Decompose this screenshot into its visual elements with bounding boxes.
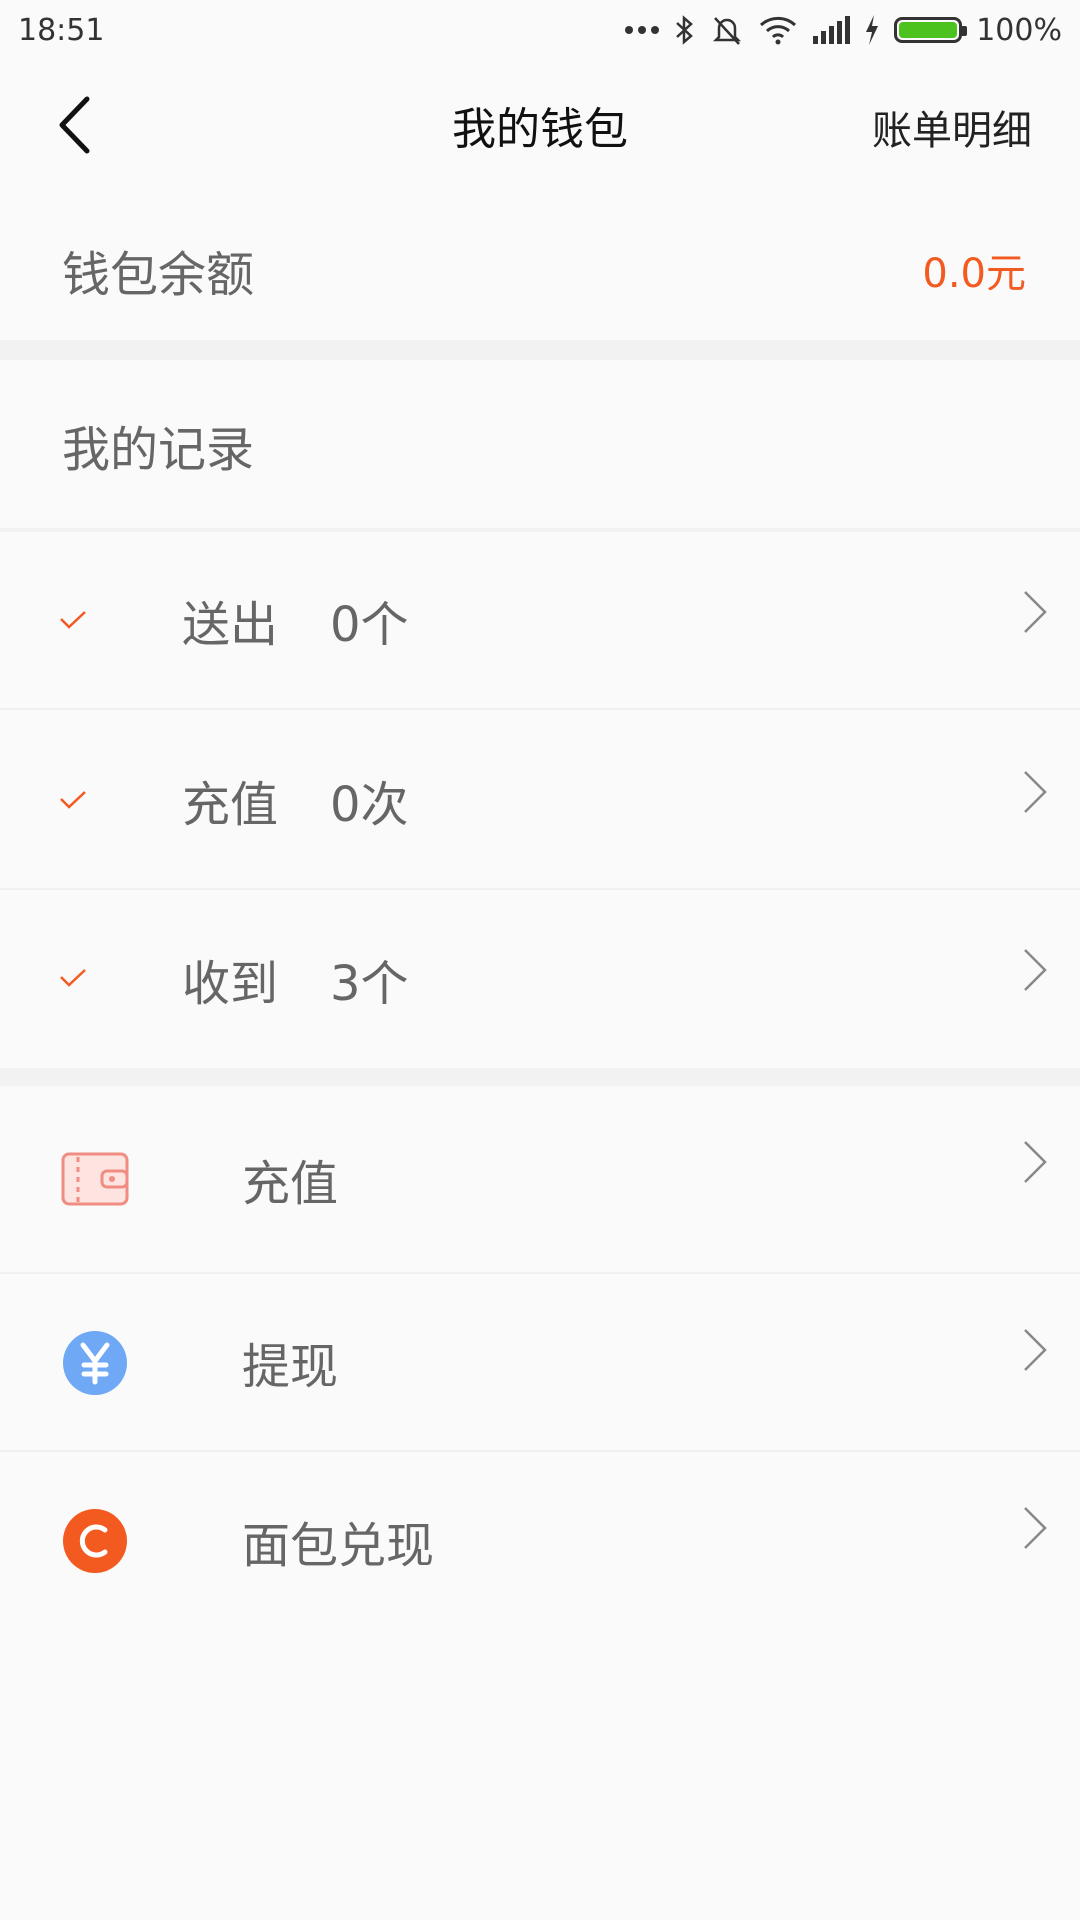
record-label: 收到: [182, 956, 279, 1012]
charging-icon: [866, 15, 879, 45]
record-row-sent[interactable]: 送出 0个: [0, 532, 1080, 710]
balance-value: 0.0元: [922, 251, 1026, 297]
action-row-withdraw[interactable]: 提现: [0, 1274, 1080, 1452]
more-dots-icon: [625, 26, 660, 34]
battery-icon: [894, 17, 968, 43]
back-arrow-icon: [59, 96, 90, 154]
record-row-recharge[interactable]: 充值 0次: [0, 712, 1080, 890]
record-count: 0个: [330, 597, 409, 653]
record-count: 0次: [330, 777, 409, 833]
chevron-right-icon: [1024, 771, 1047, 813]
battery-percent: 100%: [976, 12, 1062, 48]
section-divider: [0, 340, 1080, 360]
back-button[interactable]: [44, 90, 104, 160]
action-label: 提现: [242, 1339, 339, 1395]
signal-icon: [813, 16, 851, 44]
balance-label: 钱包余额: [62, 247, 255, 303]
action-label: 充值: [242, 1156, 339, 1212]
record-label: 充值: [182, 777, 279, 833]
action-label: 面包兑现: [242, 1518, 435, 1574]
wallet-page: 18:51 100% 我的钱包 账单明细 钱包余额 0.0元 我的记录 送出 0…: [0, 0, 1080, 1920]
check-icon: [60, 611, 86, 629]
check-icon: [60, 791, 86, 809]
chevron-right-icon: [1024, 1507, 1047, 1549]
check-icon: [60, 969, 86, 987]
section-divider: [0, 1068, 1080, 1086]
yuan-icon: [63, 1331, 127, 1395]
action-row-bread-redeem[interactable]: 面包兑现: [0, 1452, 1080, 1630]
record-count: 3个: [330, 956, 409, 1012]
bluetooth-icon: [676, 15, 694, 45]
coin-c-icon: [63, 1509, 127, 1573]
chevron-right-icon: [1024, 1329, 1047, 1371]
wifi-icon: [760, 16, 797, 45]
records-title: 我的记录: [62, 422, 255, 478]
bill-details-button[interactable]: 账单明细: [872, 98, 1032, 156]
balance-row: 钱包余额 0.0元: [0, 200, 1080, 340]
mute-bell-icon: [713, 17, 742, 45]
status-bar: 18:51 100%: [0, 0, 1080, 60]
record-row-received[interactable]: 收到 3个: [0, 890, 1080, 1068]
top-bar: 我的钱包 账单明细: [0, 60, 1080, 190]
wallet-icon: [61, 1152, 129, 1206]
chevron-right-icon: [1024, 1141, 1047, 1183]
page-title: 我的钱包: [452, 104, 628, 155]
chevron-right-icon: [1024, 949, 1047, 991]
action-row-recharge[interactable]: 充值: [0, 1086, 1080, 1274]
chevron-right-icon: [1024, 591, 1047, 633]
record-label: 送出: [182, 597, 279, 653]
status-time: 18:51: [18, 12, 105, 48]
status-icons: 100%: [624, 13, 1062, 48]
